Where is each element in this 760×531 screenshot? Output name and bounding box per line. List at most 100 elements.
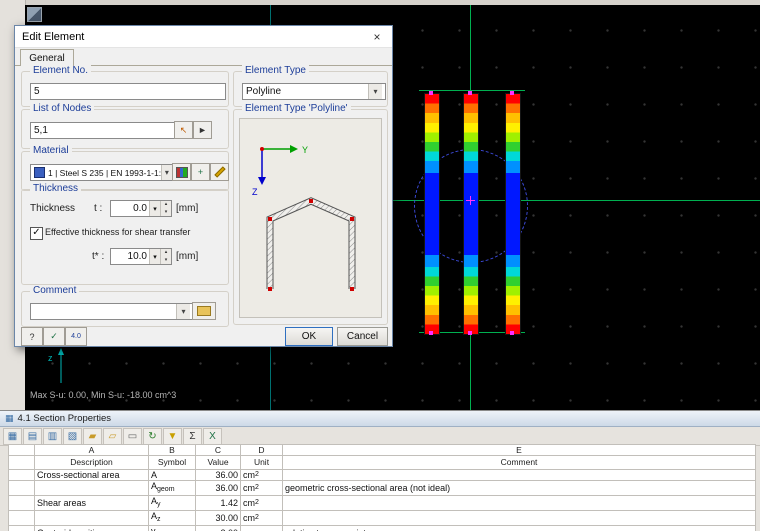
table-cell[interactable]: 36.00 [196, 481, 241, 496]
thickness-tstar-spinner[interactable]: 10.0 ▾ ▴ ▾ [110, 248, 172, 265]
export-icon[interactable]: ▱ [103, 428, 122, 445]
select-nodes-button[interactable]: ► [193, 121, 212, 139]
table-cell[interactable]: yC,0 [149, 526, 196, 531]
import-icon[interactable]: ▰ [83, 428, 102, 445]
table-cell[interactable]: Cross-sectional area [35, 470, 149, 481]
table-cell[interactable]: Ay [149, 496, 196, 511]
node-marker[interactable] [510, 331, 514, 335]
print-icon[interactable]: ▭ [123, 428, 142, 445]
table-cell[interactable]: Shear areas [35, 496, 149, 511]
result-member-bar[interactable] [424, 93, 440, 335]
table-settings-icon[interactable]: ▦ [3, 428, 22, 445]
thickness-t-spinner[interactable]: 0.0 ▾ ▴ ▾ [110, 200, 172, 217]
table-cell[interactable] [283, 511, 756, 526]
table-cell[interactable]: cm2 [241, 470, 283, 481]
new-material-button[interactable]: + [191, 163, 210, 181]
row-selector[interactable] [9, 496, 35, 511]
table-cell[interactable]: Az [149, 511, 196, 526]
result-member-bar[interactable] [463, 93, 479, 335]
table-cell[interactable]: 36.00 [196, 470, 241, 481]
spin-up-icon[interactable]: ▴ [161, 201, 171, 209]
column-letter[interactable]: A [35, 445, 149, 456]
table-rows-icon[interactable]: ▤ [23, 428, 42, 445]
chevron-down-icon[interactable]: ▾ [161, 165, 172, 180]
table-cell[interactable] [283, 496, 756, 511]
edit-material-button[interactable] [210, 163, 229, 181]
column-header[interactable]: Value [196, 456, 241, 470]
cancel-button[interactable]: Cancel [337, 327, 388, 346]
chevron-down-icon[interactable]: ▾ [368, 84, 382, 99]
table-corner[interactable] [9, 445, 35, 456]
units-button[interactable]: 4.0 [65, 327, 87, 346]
chevron-down-icon[interactable]: ▾ [176, 304, 190, 319]
sum-icon[interactable]: Σ [183, 428, 202, 445]
table-cell[interactable]: A [149, 470, 196, 481]
list-of-nodes-input[interactable]: 5,1 [30, 122, 176, 139]
table-row[interactable]: Ageom36.00cm2geometric cross-sectional a… [9, 481, 756, 496]
table-cell[interactable] [35, 511, 149, 526]
material-select[interactable]: 1 | Steel S 235 | EN 1993-1-1:2005-05 ▾ [30, 164, 176, 181]
apply-button[interactable]: ✓ [43, 327, 65, 346]
help-button[interactable]: ? [21, 327, 43, 346]
node-marker[interactable] [510, 91, 514, 95]
tab-general[interactable]: General [20, 49, 74, 66]
row-selector[interactable] [9, 470, 35, 481]
view-cube-icon[interactable] [27, 7, 42, 22]
table-cell[interactable]: cm2 [241, 481, 283, 496]
pick-nodes-button[interactable]: ↖ [174, 121, 193, 139]
node-marker[interactable] [429, 331, 433, 335]
chevron-down-icon[interactable]: ▾ [149, 201, 160, 216]
panel-header[interactable]: ▦ 4.1 Section Properties [0, 411, 760, 427]
row-selector[interactable] [9, 526, 35, 531]
shear-transfer-checkbox[interactable]: ✓ [30, 227, 43, 240]
table-cell[interactable]: geometric cross-sectional area (not idea… [283, 481, 756, 496]
spin-down-icon[interactable]: ▾ [161, 257, 171, 265]
node-marker[interactable] [468, 91, 472, 95]
table-row[interactable]: Az30.00cm2 [9, 511, 756, 526]
close-icon[interactable]: × [362, 30, 392, 44]
table-cell[interactable]: Centroid position [35, 526, 149, 531]
edit-table-icon[interactable]: ▧ [63, 428, 82, 445]
table-corner[interactable] [9, 456, 35, 470]
refresh-icon[interactable]: ↻ [143, 428, 162, 445]
spin-down-icon[interactable]: ▾ [161, 209, 171, 217]
table-columns-icon[interactable]: ▥ [43, 428, 62, 445]
table-cell[interactable]: 30.00 [196, 511, 241, 526]
comment-templates-button[interactable] [192, 302, 216, 320]
table-row[interactable]: Centroid positionyC,02.00cmrelative to z… [9, 526, 756, 531]
node-marker[interactable] [429, 91, 433, 95]
dialog-titlebar[interactable]: Edit Element × [15, 26, 392, 48]
ok-button[interactable]: OK [285, 327, 333, 346]
column-header[interactable]: Description [35, 456, 149, 470]
column-letter[interactable]: B [149, 445, 196, 456]
table-cell[interactable]: relative to zero point [283, 526, 756, 531]
table-cell[interactable]: cm2 [241, 511, 283, 526]
column-letter[interactable]: D [241, 445, 283, 456]
table-cell[interactable]: cm2 [241, 496, 283, 511]
table-cell[interactable]: 1.42 [196, 496, 241, 511]
table-row[interactable]: Cross-sectional areaA36.00cm2 [9, 470, 756, 481]
table-cell[interactable]: cm [241, 526, 283, 531]
table-cell[interactable] [35, 481, 149, 496]
material-library-button[interactable] [172, 163, 191, 181]
column-header[interactable]: Unit [241, 456, 283, 470]
table-cell[interactable]: Ageom [149, 481, 196, 496]
element-type-select[interactable]: Polyline ▾ [242, 83, 386, 100]
table-cell[interactable]: 2.00 [196, 526, 241, 531]
result-member-bar[interactable] [505, 93, 521, 335]
table-cell[interactable] [283, 470, 756, 481]
column-letter[interactable]: C [196, 445, 241, 456]
comment-input[interactable]: ▾ [30, 303, 194, 320]
spin-up-icon[interactable]: ▴ [161, 249, 171, 257]
element-no-input[interactable]: 5 [30, 83, 226, 100]
row-selector[interactable] [9, 481, 35, 496]
node-marker[interactable] [468, 331, 472, 335]
column-header[interactable]: Symbol [149, 456, 196, 470]
filter-icon[interactable]: ▼ [163, 428, 182, 445]
chevron-down-icon[interactable]: ▾ [149, 249, 160, 264]
excel-export-icon[interactable]: X [203, 428, 222, 445]
row-selector[interactable] [9, 511, 35, 526]
column-letter[interactable]: E [283, 445, 756, 456]
column-header[interactable]: Comment [283, 456, 756, 470]
table-row[interactable]: Shear areasAy1.42cm2 [9, 496, 756, 511]
